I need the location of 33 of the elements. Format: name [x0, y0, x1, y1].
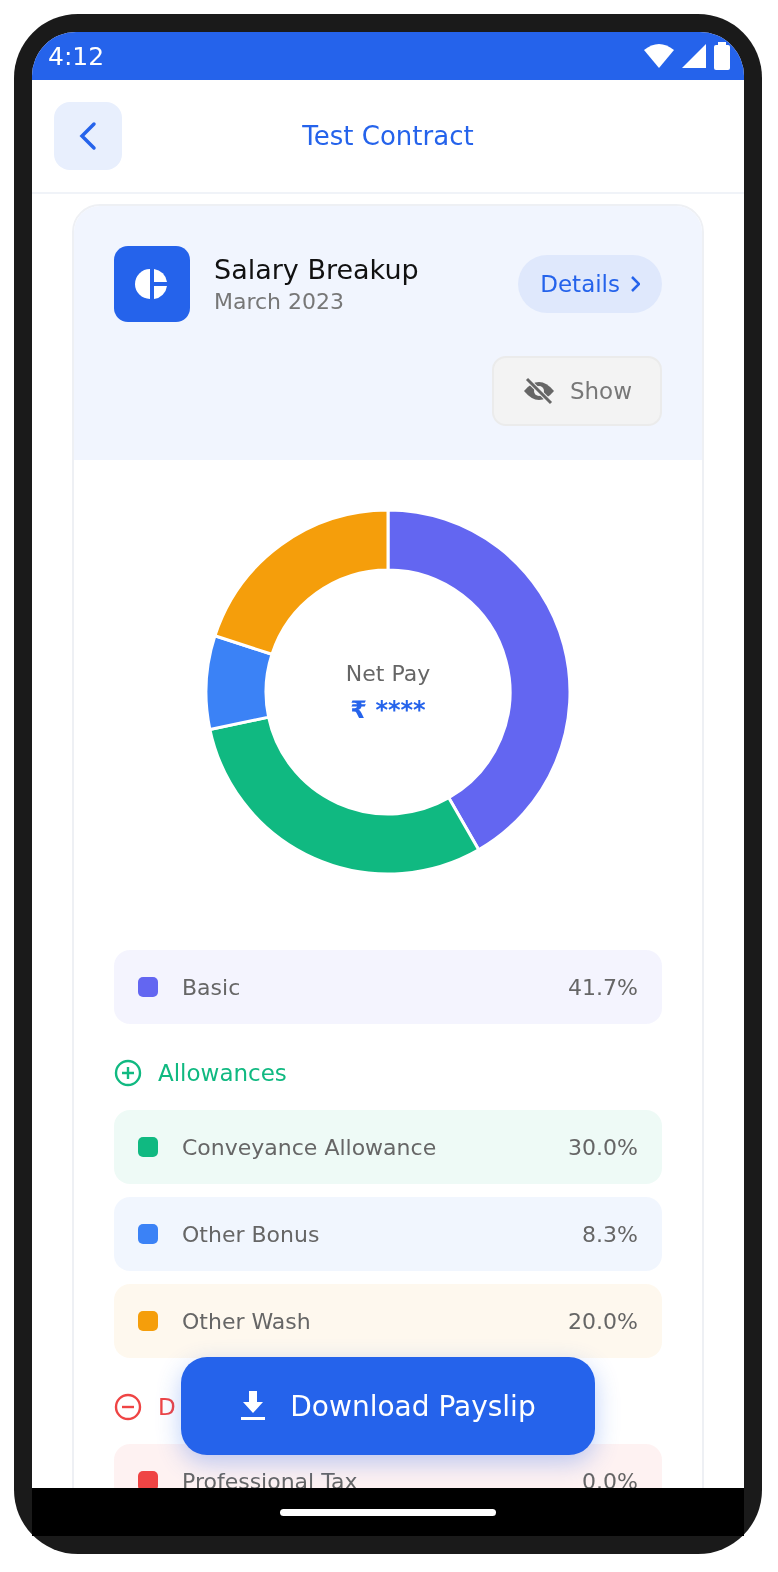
section-heading: Allowances [158, 1060, 287, 1086]
section-heading: D [158, 1394, 176, 1420]
page-title: Test Contract [302, 121, 474, 151]
net-pay-label: Net Pay [345, 660, 431, 686]
legend-label: Professional Tax [182, 1468, 359, 1488]
back-chevron-icon [79, 121, 97, 151]
signal-icon [682, 44, 706, 68]
legend-percent: 30.0% [568, 1134, 638, 1160]
chevron-right-icon [630, 275, 640, 293]
plus-circle-icon [114, 1059, 142, 1087]
legend-label: Conveyance Allowance [182, 1134, 438, 1160]
legend-percent: 41.7% [568, 974, 638, 1000]
card-title: Salary Breakup [214, 254, 420, 285]
download-icon [240, 1391, 267, 1421]
pie-chart-icon [114, 246, 190, 322]
legend-label: Other Wash [182, 1308, 312, 1334]
back-button[interactable] [54, 102, 122, 170]
minus-circle-icon [114, 1393, 142, 1421]
net-pay-value: ₹ **** [350, 695, 426, 724]
status-time: 4:12 [48, 41, 105, 71]
legend-label: Basic [182, 974, 242, 1000]
show-button[interactable]: Show [491, 356, 662, 426]
legend-percent: 0.0% [582, 1468, 638, 1488]
legend-percent: 20.0% [568, 1308, 638, 1334]
legend-percent: 8.3% [582, 1221, 638, 1247]
battery-icon [714, 42, 730, 70]
legend-label: Other Bonus [182, 1221, 321, 1247]
details-button[interactable]: Details [518, 255, 662, 313]
home-indicator[interactable] [280, 1508, 496, 1516]
download-payslip-button[interactable]: Download Payslip [181, 1357, 595, 1455]
eye-off-icon [521, 377, 556, 405]
card-subtitle: March 2023 [214, 289, 346, 314]
wifi-icon [644, 44, 674, 68]
